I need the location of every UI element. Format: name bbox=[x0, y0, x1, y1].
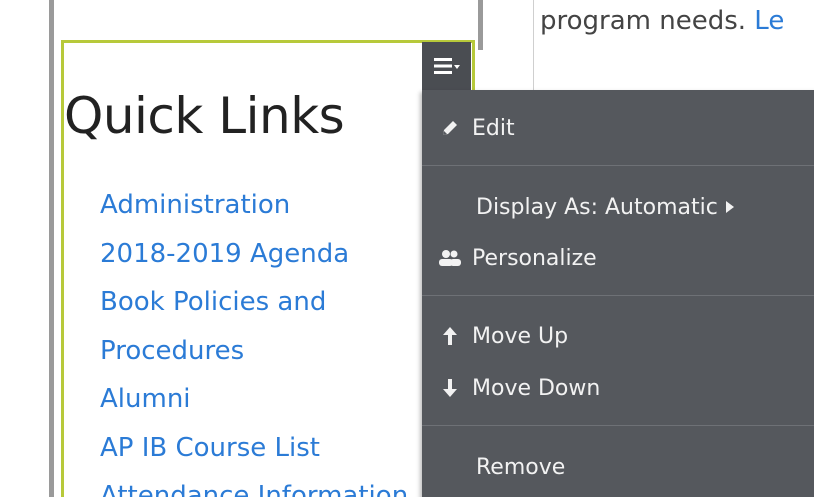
widget-menu-toggle-button[interactable] bbox=[422, 42, 471, 90]
menu-item-personalize-label: Personalize bbox=[472, 245, 597, 271]
quick-link-item[interactable]: Book Policies and bbox=[100, 278, 408, 327]
quick-link-ap-ib[interactable]: AP IB Course List bbox=[100, 433, 320, 463]
menu-item-edit-label: Edit bbox=[472, 115, 515, 141]
quick-link-agenda[interactable]: 2018-2019 Agenda bbox=[100, 239, 349, 269]
quick-links-title: Quick Links bbox=[64, 87, 345, 145]
quick-link-item[interactable]: Procedures bbox=[100, 327, 408, 376]
caret-right-icon bbox=[725, 201, 734, 213]
quick-link-item[interactable]: Attendance Information bbox=[100, 472, 408, 497]
menu-item-move-down-label: Move Down bbox=[472, 375, 601, 401]
widget-options-menu: Edit Display As: Automatic Personalize M… bbox=[422, 90, 814, 497]
quick-links-widget: Quick Links Administration 2018-2019 Age… bbox=[61, 40, 475, 497]
quick-link-item[interactable]: AP IB Course List bbox=[100, 424, 408, 473]
pencil-icon bbox=[434, 118, 466, 138]
menu-divider bbox=[422, 425, 814, 426]
menu-item-move-down[interactable]: Move Down bbox=[422, 363, 814, 413]
right-content-panel: program needs. Le bbox=[533, 0, 814, 91]
quick-links-list: Administration 2018-2019 Agenda Book Pol… bbox=[100, 181, 408, 497]
middle-column-divider bbox=[478, 0, 483, 50]
menu-item-remove-label: Remove bbox=[476, 454, 566, 480]
hamburger-dropdown-icon bbox=[433, 58, 460, 74]
quick-link-administration[interactable]: Administration bbox=[100, 190, 290, 220]
menu-item-personalize[interactable]: Personalize bbox=[422, 233, 814, 283]
arrow-down-icon bbox=[434, 378, 466, 398]
menu-item-move-up-label: Move Up bbox=[472, 323, 569, 349]
page: program needs. Le Quick Links Administra… bbox=[0, 0, 814, 497]
menu-item-edit[interactable]: Edit bbox=[422, 103, 814, 153]
quick-link-item[interactable]: Administration bbox=[100, 181, 408, 230]
users-icon bbox=[434, 249, 466, 267]
menu-item-display-as[interactable]: Display As: Automatic bbox=[422, 182, 814, 232]
menu-divider bbox=[422, 295, 814, 296]
menu-divider bbox=[422, 165, 814, 166]
menu-item-remove[interactable]: Remove bbox=[422, 442, 814, 492]
quick-link-alumni[interactable]: Alumni bbox=[100, 384, 191, 414]
arrow-up-icon bbox=[434, 326, 466, 346]
left-column-divider bbox=[49, 0, 54, 497]
right-panel-sentence: program needs. bbox=[540, 6, 755, 36]
right-panel-text: program needs. Le bbox=[540, 6, 784, 36]
right-panel-link[interactable]: Le bbox=[754, 6, 784, 36]
quick-link-item[interactable]: 2018-2019 Agenda bbox=[100, 230, 408, 279]
quick-link-book-policies-cont[interactable]: Procedures bbox=[100, 336, 244, 366]
quick-link-attendance[interactable]: Attendance Information bbox=[100, 481, 408, 497]
menu-item-display-as-label: Display As: Automatic bbox=[476, 194, 718, 220]
quick-link-book-policies[interactable]: Book Policies and bbox=[100, 287, 326, 317]
quick-link-item[interactable]: Alumni bbox=[100, 375, 408, 424]
menu-item-move-up[interactable]: Move Up bbox=[422, 311, 814, 361]
